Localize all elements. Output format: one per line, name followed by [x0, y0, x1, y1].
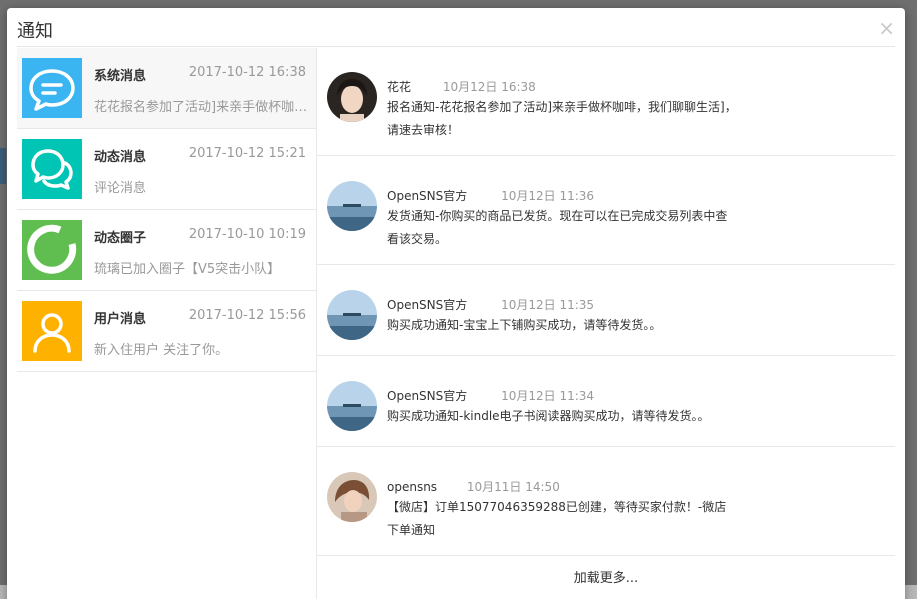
modal-title: 通知	[17, 21, 53, 42]
category-name: 动态圈子	[94, 231, 147, 246]
message-time: 10月12日 11:34	[501, 389, 595, 403]
message-user[interactable]: OpenSNS官方	[387, 296, 467, 313]
message-text: 报名通知-花花报名参加了活动]来亲手做杯咖啡，我们聊聊生活]，请速去审核！	[387, 100, 737, 137]
comments-icon	[22, 139, 82, 199]
message-item: OpenSNS官方 10月12日 11:35 购买成功通知-宝宝上下铺购买成功，…	[317, 265, 895, 356]
category-preview: 评论消息	[94, 181, 147, 196]
category-item-activity[interactable]: 动态消息 2017-10-12 15:21 评论消息	[17, 129, 316, 210]
message-header: OpenSNS官方 10月12日 11:36	[387, 187, 594, 204]
message-time: 10月12日 16:38	[442, 80, 536, 94]
close-icon[interactable]: ×	[878, 16, 895, 40]
message-time: 10月11日 14:50	[466, 480, 560, 494]
message-user[interactable]: OpenSNS官方	[387, 187, 467, 204]
message-item: opensns 10月11日 14:50 【微店】订单1507704635928…	[317, 447, 895, 556]
lake-avatar[interactable]	[327, 181, 377, 231]
lake-avatar[interactable]	[327, 381, 377, 431]
category-preview: 新入住用户 关注了你。	[94, 343, 229, 358]
message-item: OpenSNS官方 10月12日 11:36 发货通知-你购买的商品已发货。现在…	[317, 156, 895, 265]
category-preview: 琉璃已加入圈子【V5突击小队】	[94, 262, 281, 277]
category-preview: 花花报名参加了活动]来亲手做杯咖啡，我们聊聊生活]	[94, 100, 308, 115]
girl-portrait-avatar[interactable]	[327, 72, 377, 122]
message-text: 购买成功通知-kindle电子书阅读器购买成功，请等待发货。。	[387, 409, 710, 423]
message-user[interactable]: 花花	[387, 78, 411, 95]
woman-portrait-avatar[interactable]	[327, 472, 377, 522]
category-item-system[interactable]: 系统消息 2017-10-12 16:38 花花报名参加了活动]来亲手做杯咖啡，…	[17, 48, 316, 129]
modal-body: 系统消息 2017-10-12 16:38 花花报名参加了活动]来亲手做杯咖啡，…	[17, 48, 895, 599]
chat-bubble-icon	[22, 58, 82, 118]
message-text: 发货通知-你购买的商品已发货。现在可以在已完成交易列表中查看该交易。	[387, 209, 728, 246]
message-header: OpenSNS官方 10月12日 11:34	[387, 387, 594, 404]
message-user[interactable]: OpenSNS官方	[387, 387, 467, 404]
load-more-button[interactable]: 加载更多...	[317, 567, 895, 586]
backdrop-accent	[0, 148, 6, 184]
message-header: OpenSNS官方 10月12日 11:35	[387, 296, 594, 313]
message-list: 花花 10月12日 16:38 报名通知-花花报名参加了活动]来亲手做杯咖啡，我…	[317, 48, 895, 599]
category-name: 动态消息	[94, 150, 147, 165]
category-list: 系统消息 2017-10-12 16:38 花花报名参加了活动]来亲手做杯咖啡，…	[17, 48, 317, 599]
circle-ring-icon	[22, 220, 82, 280]
category-time: 2017-10-12 16:38	[188, 65, 306, 80]
message-time: 10月12日 11:36	[501, 189, 595, 203]
category-item-user[interactable]: 用户消息 2017-10-12 15:56 新入住用户 关注了你。	[17, 291, 316, 372]
category-time: 2017-10-10 10:19	[188, 227, 306, 242]
message-item: OpenSNS官方 10月12日 11:34 购买成功通知-kindle电子书阅…	[317, 356, 895, 447]
lake-avatar[interactable]	[327, 290, 377, 340]
message-user[interactable]: opensns	[387, 480, 437, 494]
user-icon	[22, 301, 82, 361]
category-name: 系统消息	[94, 69, 147, 84]
message-item: 花花 10月12日 16:38 报名通知-花花报名参加了活动]来亲手做杯咖啡，我…	[317, 48, 895, 156]
category-time: 2017-10-12 15:21	[188, 146, 306, 161]
category-name: 用户消息	[94, 312, 147, 327]
message-header: opensns 10月11日 14:50	[387, 478, 560, 495]
category-item-circle[interactable]: 动态圈子 2017-10-10 10:19 琉璃已加入圈子【V5突击小队】	[17, 210, 316, 291]
modal-header: 通知 ×	[17, 8, 895, 47]
category-time: 2017-10-12 15:56	[188, 308, 306, 323]
message-time: 10月12日 11:35	[501, 298, 595, 312]
message-header: 花花 10月12日 16:38	[387, 78, 536, 95]
message-text: 【微店】订单15077046359288已创建，等待买家付款！-微店下单通知	[387, 500, 727, 537]
message-text: 购买成功通知-宝宝上下铺购买成功，请等待发货。。	[387, 318, 662, 332]
notification-modal: 通知 × 系统消息 2017-10-12 16:38 花花报名参加了活动]来亲手…	[7, 8, 905, 599]
